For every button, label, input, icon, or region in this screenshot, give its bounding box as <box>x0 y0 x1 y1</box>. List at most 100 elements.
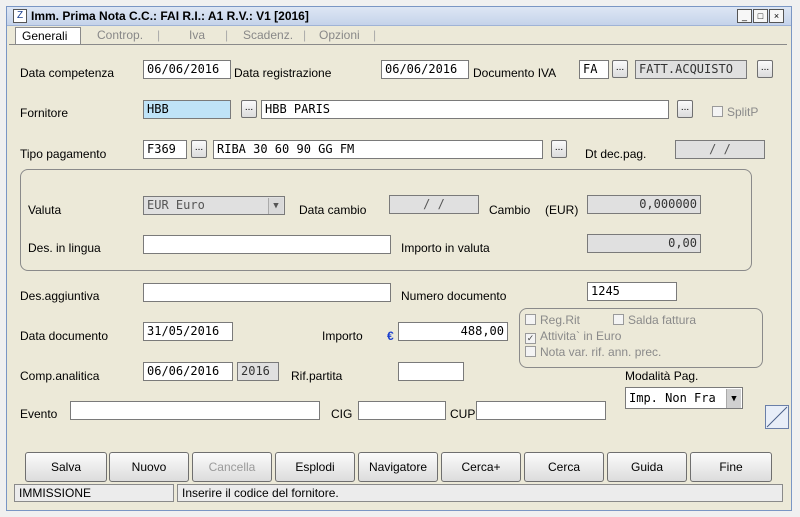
cig-label: CIG <box>331 407 353 421</box>
tab-iva[interactable]: Iva <box>189 27 205 44</box>
title-bar: Z Imm. Prima Nota C.C.: FAI R.I.: A1 R.V… <box>7 7 791 26</box>
tipo-pagamento-label: Tipo pagamento <box>20 147 107 161</box>
tipo-pagamento-desc-field[interactable]: RIBA 30 60 90 GG FM <box>213 140 543 159</box>
tab-separator: | <box>157 28 161 42</box>
data-cambio-label: Data cambio <box>299 203 367 217</box>
valuta-select[interactable]: EUR Euro ▼ <box>143 196 285 215</box>
splitp-checkbox[interactable]: SplitP <box>712 105 758 119</box>
chevron-down-icon: ▼ <box>726 389 741 408</box>
tab-separator: | <box>373 28 377 42</box>
status-mode: IMMISSIONE <box>14 484 174 502</box>
cambio-field: 0,000000 <box>587 195 701 214</box>
modalita-pag-value: Imp. Non Fra <box>629 391 716 405</box>
checkbox-box <box>712 106 723 117</box>
cig-field[interactable] <box>358 401 446 420</box>
valuta-label: Valuta <box>28 203 62 217</box>
evento-field[interactable] <box>70 401 320 420</box>
evento-label: Evento <box>20 407 58 421</box>
close-button[interactable]: × <box>769 9 784 23</box>
importo-valuta-label: Importo in valuta <box>401 241 490 255</box>
valuta-group <box>20 169 752 271</box>
documento-iva-code-field[interactable]: FA <box>579 60 609 79</box>
tipo-pagamento-code-field[interactable]: F369 <box>143 140 187 159</box>
window-title: Imm. Prima Nota C.C.: FAI R.I.: A1 R.V.:… <box>31 9 309 23</box>
importo-label: Importo <box>322 329 363 343</box>
salda-fattura-checkbox[interactable]: Salda fattura <box>613 313 696 327</box>
comp-analitica-field[interactable]: 06/06/2016 <box>143 362 233 381</box>
cup-field[interactable] <box>476 401 606 420</box>
salva-button[interactable]: Salva <box>25 452 107 482</box>
euro-icon: € <box>387 329 394 343</box>
comp-analitica-label: Comp.analitica <box>20 369 100 383</box>
documento-iva-lookup-button[interactable]: ... <box>612 60 628 78</box>
splitp-label: SplitP <box>727 105 759 119</box>
tab-separator: | <box>225 28 229 42</box>
minimize-button[interactable]: _ <box>737 9 752 23</box>
fornitore-lookup-button[interactable]: ... <box>241 100 257 118</box>
guida-button[interactable]: Guida <box>607 452 687 482</box>
nuovo-button[interactable]: Nuovo <box>109 452 189 482</box>
dt-dec-pag-field: / / <box>675 140 765 159</box>
checkbox-box-checked: ✓ <box>525 333 536 344</box>
data-registrazione-label: Data registrazione <box>234 66 332 80</box>
cerca-plus-button[interactable]: Cerca+ <box>441 452 521 482</box>
status-message: Inserire il codice del fornitore. <box>177 484 783 502</box>
valuta-value: EUR Euro <box>147 198 205 212</box>
salda-fattura-label: Salda fattura <box>628 313 697 327</box>
des-lingua-field[interactable] <box>143 235 391 254</box>
fornitore-name-field[interactable]: HBB PARIS <box>261 100 669 119</box>
reg-rit-checkbox[interactable]: Reg.Rit <box>525 313 580 327</box>
nota-var-label: Nota var. rif. ann. prec. <box>540 345 662 359</box>
documento-iva-desc-lookup-button[interactable]: ... <box>757 60 773 78</box>
chevron-down-icon: ▼ <box>268 198 283 214</box>
attivita-euro-label: Attivita` in Euro <box>540 329 622 343</box>
fine-button[interactable]: Fine <box>690 452 772 482</box>
numero-documento-field[interactable]: 1245 <box>587 282 677 301</box>
reg-rit-label: Reg.Rit <box>540 313 581 327</box>
cambio-unit-label: (EUR) <box>545 203 579 217</box>
cancella-button[interactable]: Cancella <box>192 452 272 482</box>
nota-var-checkbox[interactable]: Nota var. rif. ann. prec. <box>525 345 661 359</box>
importo-valuta-field: 0,00 <box>587 234 701 253</box>
dt-dec-pag-label: Dt dec.pag. <box>585 147 647 161</box>
importo-field[interactable]: 488,00 <box>398 322 508 341</box>
resize-corner-icon[interactable] <box>765 405 789 429</box>
checkbox-box <box>613 314 624 325</box>
checkbox-box <box>525 314 536 325</box>
data-cambio-field: / / <box>389 195 479 214</box>
fornitore-label: Fornitore <box>20 106 69 120</box>
data-documento-field[interactable]: 31/05/2016 <box>143 322 233 341</box>
tab-generali[interactable]: Generali <box>15 27 81 44</box>
documento-iva-desc-field: FATT.ACQUISTO <box>635 60 747 79</box>
tipo-pagamento-desc-lookup-button[interactable]: ... <box>551 140 567 158</box>
modalita-pag-select[interactable]: Imp. Non Fra ▼ <box>625 387 743 409</box>
checkbox-box <box>525 346 536 357</box>
fornitore-code-field[interactable]: HBB <box>143 100 231 119</box>
documento-iva-label: Documento IVA <box>473 66 557 80</box>
fornitore-name-lookup-button[interactable]: ... <box>677 100 693 118</box>
rif-partita-label: Rif.partita <box>291 369 343 383</box>
attivita-euro-checkbox[interactable]: ✓ Attivita` in Euro <box>525 329 621 344</box>
des-aggiuntiva-field[interactable] <box>143 283 391 302</box>
des-lingua-label: Des. in lingua <box>28 241 101 255</box>
tipo-pagamento-lookup-button[interactable]: ... <box>191 140 207 158</box>
data-documento-label: Data documento <box>20 329 109 343</box>
cerca-button[interactable]: Cerca <box>524 452 604 482</box>
modalita-pag-label: Modalità Pag. <box>625 369 699 383</box>
cambio-label: Cambio <box>489 203 531 217</box>
rif-partita-field[interactable] <box>398 362 464 381</box>
tab-scadenz[interactable]: Scadenz. <box>243 27 293 44</box>
window: Z Imm. Prima Nota C.C.: FAI R.I.: A1 R.V… <box>6 6 792 511</box>
cup-label: CUP <box>450 407 476 421</box>
tab-opzioni[interactable]: Opzioni <box>319 27 360 44</box>
tab-controp[interactable]: Controp. <box>97 27 143 44</box>
esplodi-button[interactable]: Esplodi <box>275 452 355 482</box>
tab-separator: | <box>303 28 307 42</box>
navigatore-button[interactable]: Navigatore <box>358 452 438 482</box>
data-competenza-field[interactable]: 06/06/2016 <box>143 60 231 79</box>
data-registrazione-field[interactable]: 06/06/2016 <box>381 60 469 79</box>
data-competenza-label: Data competenza <box>20 66 115 80</box>
des-aggiuntiva-label: Des.aggiuntiva <box>20 289 100 303</box>
numero-documento-label: Numero documento <box>401 289 507 303</box>
maximize-button[interactable]: □ <box>753 9 768 23</box>
